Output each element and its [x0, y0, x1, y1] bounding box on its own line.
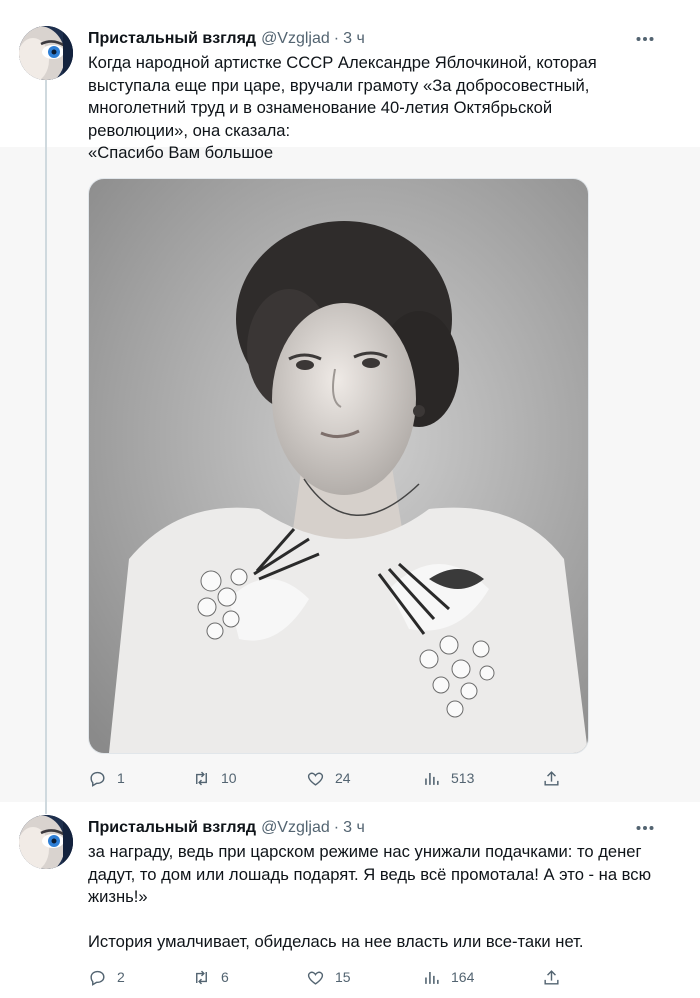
like-count: 24	[335, 770, 351, 786]
tweet-2[interactable]: Пристальный взгляд @Vzgljad · 3 ч за наг…	[0, 802, 700, 998]
repost-button[interactable]: 10	[192, 765, 237, 791]
tweet-text-line	[88, 909, 668, 932]
tweet-text-line: жизнь!»	[88, 887, 148, 906]
tweet-timestamp[interactable]: 3 ч	[343, 30, 365, 48]
tweet-text-line: за награду, ведь при царском режиме нас …	[88, 842, 642, 861]
views-button[interactable]: 164	[422, 964, 474, 990]
upload-arrow-icon	[544, 770, 559, 786]
repost-arrows-icon	[196, 970, 207, 984]
views-count: 164	[451, 969, 475, 985]
tweet-actions-bar: 1 10 24 513	[88, 765, 588, 791]
three-dots-icon	[636, 37, 654, 41]
tweet-text-line: дадут, то дом или лошадь подарят. Я ведь…	[88, 864, 652, 884]
tweet-text-line: выступала еще при царе, вручали грамоту …	[88, 75, 590, 95]
upload-arrow-icon	[544, 969, 559, 985]
author-name[interactable]: Пристальный взгляд	[88, 30, 256, 48]
tweet-header: Пристальный взгляд @Vzgljad · 3 ч	[88, 816, 365, 840]
author-name[interactable]: Пристальный взгляд	[88, 819, 256, 837]
repost-arrows-icon	[196, 771, 207, 785]
reply-button[interactable]: 2	[88, 964, 125, 990]
more-options-button[interactable]	[632, 27, 658, 51]
repost-count: 6	[221, 969, 229, 985]
repost-count: 10	[221, 770, 237, 786]
share-button[interactable]	[542, 964, 561, 990]
share-button[interactable]	[542, 765, 561, 791]
bar-chart-icon	[425, 772, 439, 785]
reply-button[interactable]: 1	[88, 765, 125, 791]
separator-dot: ·	[333, 30, 340, 47]
like-button[interactable]: 24	[306, 765, 351, 791]
tweet-text-line: революции», она сказала:	[88, 120, 291, 140]
tweet-actions-bar: 2 6 15 164	[88, 964, 588, 990]
tweet-photo[interactable]	[88, 178, 589, 754]
separator-dot: ·	[333, 819, 340, 836]
more-options-button[interactable]	[632, 816, 658, 840]
tweet-text-line: многолетний труд и в ознаменование 40-ле…	[88, 98, 553, 117]
views-button[interactable]: 513	[422, 765, 474, 791]
three-dots-icon	[636, 826, 654, 830]
speech-bubble-icon	[90, 771, 105, 787]
tweet-1[interactable]: Пристальный взгляд @Vzgljad · 3 ч Когда …	[0, 0, 700, 802]
reply-count: 1	[117, 770, 125, 786]
author-handle[interactable]: @Vzgljad	[261, 30, 330, 48]
tweet-text-line: «Спасибо Вам большое	[88, 143, 274, 162]
heart-icon	[307, 971, 324, 985]
tweet-text: Когда народной артистке СССР Александре …	[88, 52, 668, 165]
tweet-text: за награду, ведь при царском режиме нас …	[88, 841, 668, 954]
author-handle[interactable]: @Vzgljad	[261, 819, 330, 837]
author-avatar[interactable]	[19, 815, 73, 869]
tweet-text-line: История умалчивает, обиделась на нее вла…	[88, 932, 584, 951]
bar-chart-icon	[425, 971, 439, 984]
tweet-timestamp[interactable]: 3 ч	[343, 819, 365, 837]
repost-button[interactable]: 6	[192, 964, 229, 990]
tweet-text-line: Когда народной артистке СССР Александре …	[88, 53, 597, 72]
author-avatar[interactable]	[19, 26, 73, 80]
like-button[interactable]: 15	[306, 964, 351, 990]
tweet-header: Пристальный взгляд @Vzgljad · 3 ч	[88, 27, 365, 51]
speech-bubble-icon	[90, 970, 105, 986]
reply-count: 2	[117, 969, 125, 985]
heart-icon	[307, 772, 324, 786]
like-count: 15	[335, 969, 351, 985]
views-count: 513	[451, 770, 475, 786]
